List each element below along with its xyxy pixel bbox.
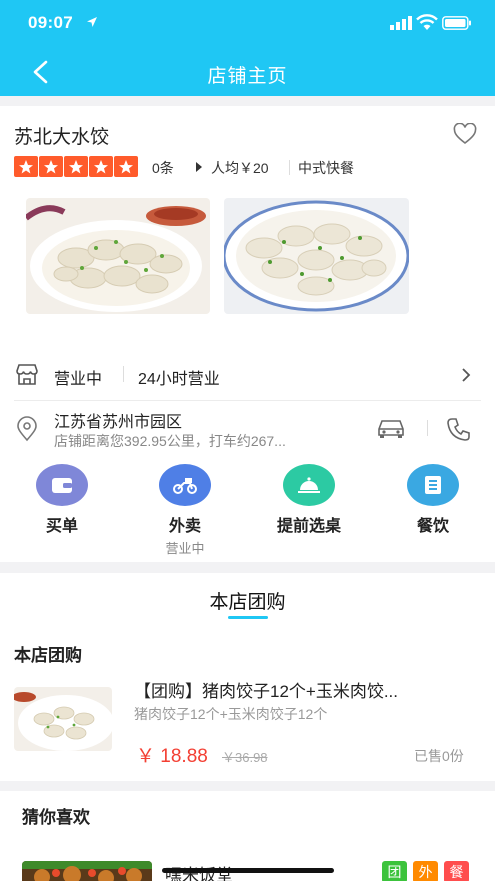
- home-indicator[interactable]: [162, 868, 334, 873]
- location-pin-icon: [17, 416, 37, 442]
- group-buy-card: 本店团购 本店团购 【团购】猪肉饺子12个+玉米肉饺... 猪肉饺子12个+玉米…: [0, 573, 495, 781]
- business-status: 营业中: [54, 371, 103, 388]
- star-icon: [89, 156, 113, 177]
- avg-price: 人均￥20: [211, 160, 269, 176]
- shop-name: 苏北大水饺: [14, 127, 110, 148]
- deal-description: 猪肉饺子12个+玉米肉饺子12个: [134, 706, 328, 722]
- star-icon: [14, 156, 38, 177]
- triangle-icon: [196, 162, 202, 172]
- location-arrow-icon: [87, 17, 97, 27]
- chevron-right-icon[interactable]: [460, 367, 472, 383]
- deal-image[interactable]: [14, 687, 112, 751]
- action-label: 提前选桌: [276, 518, 341, 535]
- section-title: 本店团购: [14, 646, 82, 665]
- recommend-image[interactable]: [22, 861, 152, 881]
- rating-stars: [14, 156, 139, 177]
- action-label: 买单: [45, 518, 78, 535]
- star-icon: [39, 156, 63, 177]
- shop-icon: [16, 364, 38, 385]
- wifi-icon: [416, 14, 438, 30]
- signal-icon: [390, 16, 412, 30]
- scooter-icon: [159, 464, 211, 506]
- tag-group-buy: 团: [382, 861, 407, 881]
- divider: [289, 160, 290, 175]
- tag-takeout: 外: [413, 861, 438, 881]
- wallet-icon: [36, 464, 88, 506]
- divider: [14, 400, 481, 401]
- heart-icon[interactable]: [453, 123, 477, 145]
- pay-bill-button[interactable]: 买单: [12, 464, 112, 536]
- status-bar: 09:07: [0, 0, 495, 48]
- deal-price: ￥ 18.88: [136, 746, 208, 767]
- tab-indicator: [228, 616, 268, 619]
- cloche-icon: [283, 464, 335, 506]
- action-label: 外卖: [168, 518, 201, 535]
- shop-photo[interactable]: [26, 198, 210, 314]
- shop-info-card: 苏北大水饺 0条 人均￥20 中式快餐 营业中 24小时营业 江苏省苏州市园区 …: [0, 106, 495, 562]
- tab-group-buy[interactable]: 本店团购: [0, 587, 495, 614]
- service-tags: 团 外 餐: [382, 861, 475, 881]
- deal-sold-count: 已售0份: [414, 748, 464, 764]
- cuisine-type: 中式快餐: [298, 160, 354, 176]
- star-icon: [64, 156, 88, 177]
- review-count[interactable]: 0条: [152, 158, 174, 178]
- quick-actions: 买单 外卖 营业中 提前选桌 餐饮: [0, 464, 495, 557]
- deal-original-price: ￥36.98: [222, 750, 268, 765]
- deal-title[interactable]: 【团购】猪肉饺子12个+玉米肉饺...: [134, 677, 484, 702]
- section-title: 猜你喜欢: [22, 808, 90, 827]
- battery-icon: [442, 16, 471, 30]
- action-label: 餐饮: [416, 518, 449, 535]
- page-title: 店铺主页: [207, 66, 288, 87]
- car-icon[interactable]: [375, 417, 407, 439]
- dining-button[interactable]: 餐饮: [383, 464, 483, 536]
- status-time: 09:07: [28, 13, 73, 32]
- header: 09:07 店铺主页: [0, 0, 495, 96]
- tag-dining: 餐: [444, 861, 469, 881]
- takeout-button[interactable]: 外卖 营业中: [135, 464, 235, 557]
- divider: [427, 420, 428, 436]
- shop-distance: 店铺距离您392.95公里，打车约267...: [54, 433, 286, 449]
- reserve-table-button[interactable]: 提前选桌: [259, 464, 359, 536]
- action-sub-label: 营业中: [165, 541, 205, 556]
- star-icon: [114, 156, 138, 177]
- shop-photo[interactable]: [224, 198, 409, 314]
- divider: [123, 366, 124, 382]
- business-hours: 24小时营业: [138, 371, 220, 388]
- phone-icon[interactable]: [446, 416, 472, 442]
- shop-address[interactable]: 江苏省苏州市园区: [54, 408, 182, 432]
- menu-list-icon: [407, 464, 459, 506]
